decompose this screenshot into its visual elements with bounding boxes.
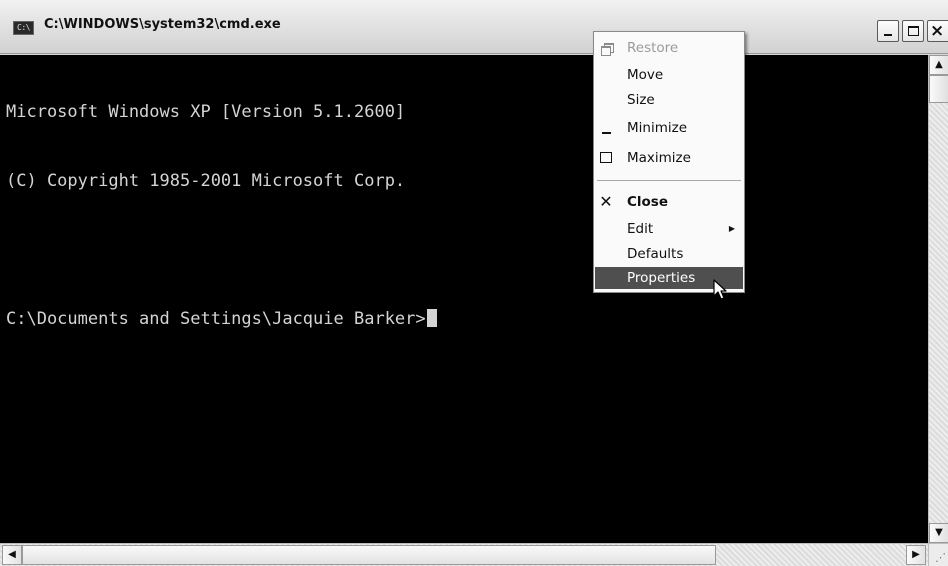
- down-arrow-icon: ▼: [935, 527, 943, 538]
- menu-item-label: Close: [627, 194, 669, 210]
- text-cursor: [426, 309, 437, 327]
- right-arrow-icon: ▶: [912, 549, 920, 560]
- menu-item-label: Maximize: [627, 150, 691, 166]
- menu-item-move[interactable]: Move: [595, 64, 743, 86]
- left-arrow-icon: ◀: [8, 549, 16, 560]
- up-arrow-icon: ▲: [935, 59, 943, 70]
- maximize-icon: [908, 26, 919, 36]
- menu-item-minimize[interactable]: Minimize: [595, 117, 743, 139]
- console-prompt: C:\Documents and Settings\Jacquie Barker…: [6, 309, 426, 329]
- size-grip[interactable]: ⋰: [928, 543, 948, 566]
- minimize-icon: [601, 132, 611, 134]
- title-bar[interactable]: C:\ C:\WINDOWS\system32\cmd.exe ×: [0, 0, 948, 54]
- scroll-right-button[interactable]: ▶: [906, 545, 926, 565]
- horizontal-scrollbar[interactable]: ◀ ▶: [0, 543, 928, 566]
- menu-item-maximize[interactable]: Maximize: [595, 147, 743, 169]
- mouse-pointer-icon: [713, 279, 727, 300]
- menu-item-label: Defaults: [627, 246, 684, 262]
- menu-separator: [597, 180, 741, 181]
- close-icon: ✕: [599, 192, 613, 211]
- menu-item-label: Size: [627, 92, 655, 108]
- scroll-left-button[interactable]: ◀: [2, 545, 22, 565]
- console-line: Microsoft Windows XP [Version 5.1.2600]: [6, 102, 406, 122]
- menu-item-edit[interactable]: Edit ▶: [595, 218, 743, 240]
- menu-item-label: Properties: [627, 270, 696, 286]
- restore-icon: [600, 43, 614, 56]
- close-button[interactable]: ×: [927, 20, 948, 42]
- system-menu: Restore Move Size Minimize Maximize ✕ Cl…: [593, 31, 745, 293]
- menu-item-label: Move: [627, 67, 664, 83]
- menu-item-close[interactable]: ✕ Close: [595, 191, 743, 213]
- close-icon: ×: [930, 21, 945, 41]
- console-line: (C) Copyright 1985-2001 Microsoft Corp.: [6, 171, 406, 191]
- menu-item-size[interactable]: Size: [595, 89, 743, 111]
- window-title: C:\WINDOWS\system32\cmd.exe: [44, 17, 281, 32]
- cmd-app-icon[interactable]: C:\: [13, 21, 34, 35]
- console-prompt-line: C:\Documents and Settings\Jacquie Barker…: [6, 308, 928, 331]
- maximize-icon: [600, 152, 612, 163]
- menu-item-label: Restore: [627, 40, 679, 56]
- scroll-up-button[interactable]: ▲: [929, 55, 948, 75]
- maximize-button[interactable]: [902, 20, 924, 42]
- horizontal-scroll-thumb[interactable]: [22, 545, 716, 565]
- minimize-button[interactable]: [877, 20, 899, 42]
- cmd-window: C:\ C:\WINDOWS\system32\cmd.exe × Micros…: [0, 0, 948, 566]
- menu-item-restore[interactable]: Restore: [595, 37, 743, 59]
- submenu-arrow-icon: ▶: [728, 224, 735, 233]
- menu-item-label: Edit: [627, 221, 654, 237]
- minimize-icon: [884, 34, 892, 36]
- menu-item-defaults[interactable]: Defaults: [595, 243, 743, 265]
- scroll-down-button[interactable]: ▼: [929, 523, 948, 543]
- menu-item-label: Minimize: [627, 120, 687, 136]
- vertical-scrollbar[interactable]: ▲ ▼: [928, 55, 948, 543]
- size-grip-icon: ⋰: [935, 551, 946, 564]
- vertical-scroll-thumb[interactable]: [929, 75, 948, 103]
- console-output[interactable]: Microsoft Windows XP [Version 5.1.2600] …: [0, 55, 928, 543]
